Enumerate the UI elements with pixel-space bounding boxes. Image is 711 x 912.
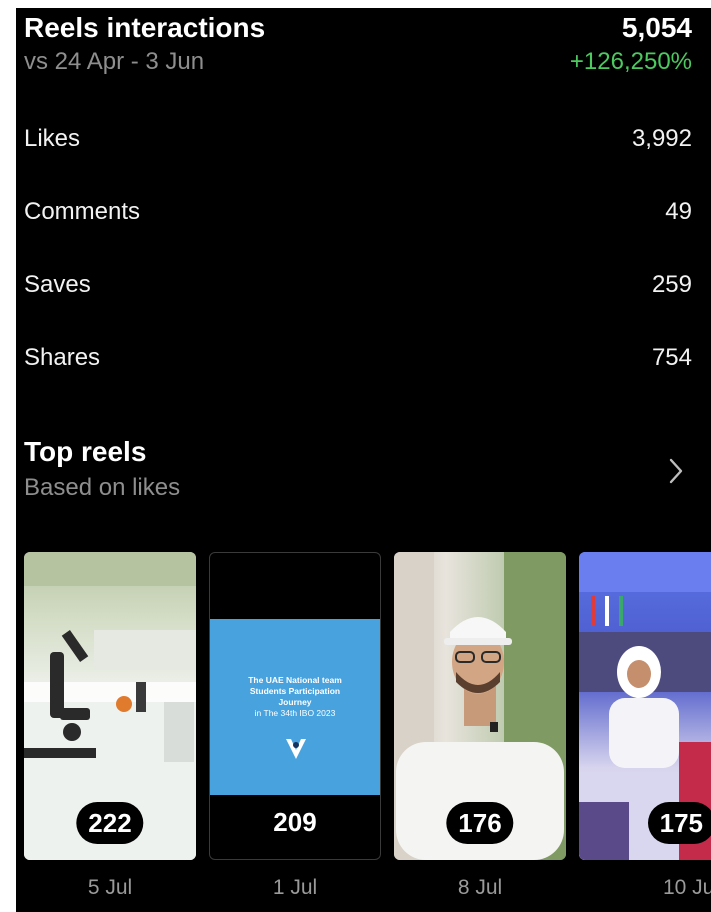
reel-thumbnail-1[interactable]: 222 xyxy=(24,552,196,860)
poster-image: The UAE National team Students Participa… xyxy=(210,619,380,795)
metric-row-likes: Likes 3,992 xyxy=(24,119,692,159)
logo-icon xyxy=(286,739,306,759)
metric-label: Shares xyxy=(24,344,101,371)
metric-row-comments: Comments 49 xyxy=(24,192,692,232)
metric-value: 754 xyxy=(651,344,692,371)
likes-count-badge: 176 xyxy=(446,802,514,844)
comparison-range: vs 24 Apr - 3 Jun xyxy=(24,48,205,75)
reel-date: 1 Jul xyxy=(272,876,318,899)
reel-date: 8 Jul xyxy=(457,876,503,899)
change-percentage: +126,250% xyxy=(569,48,692,75)
likes-count-badge: 222 xyxy=(76,802,144,844)
metric-value: 3,992 xyxy=(631,125,692,152)
metric-label: Likes xyxy=(24,125,81,152)
insights-panel: Reels interactions 5,054 vs 24 Apr - 3 J… xyxy=(16,8,711,912)
total-interactions: 5,054 xyxy=(621,12,692,43)
poster-text: The UAE National team Students Participa… xyxy=(248,675,342,718)
reel-date: 5 Jul xyxy=(87,876,133,899)
reel-thumbnail-4[interactable]: 175 xyxy=(579,552,711,860)
top-reels-title[interactable]: Top reels xyxy=(24,436,146,468)
reel-date: 10 Jul xyxy=(662,876,711,899)
section-title: Reels interactions xyxy=(24,12,266,43)
reel-thumbnail-2[interactable]: The UAE National team Students Participa… xyxy=(209,552,381,860)
likes-count-badge: 175 xyxy=(647,802,711,844)
reel-thumbnail-3[interactable]: 176 xyxy=(394,552,566,860)
likes-count-badge: 209 xyxy=(261,801,329,843)
metric-label: Comments xyxy=(24,198,141,225)
metric-row-saves: Saves 259 xyxy=(24,265,692,305)
chevron-right-icon[interactable] xyxy=(661,456,691,486)
metric-row-shares: Shares 754 xyxy=(24,338,692,378)
metric-value: 259 xyxy=(651,271,692,298)
metric-value: 49 xyxy=(665,198,692,225)
top-reels-subtitle: Based on likes xyxy=(24,474,181,501)
metric-label: Saves xyxy=(24,271,91,298)
